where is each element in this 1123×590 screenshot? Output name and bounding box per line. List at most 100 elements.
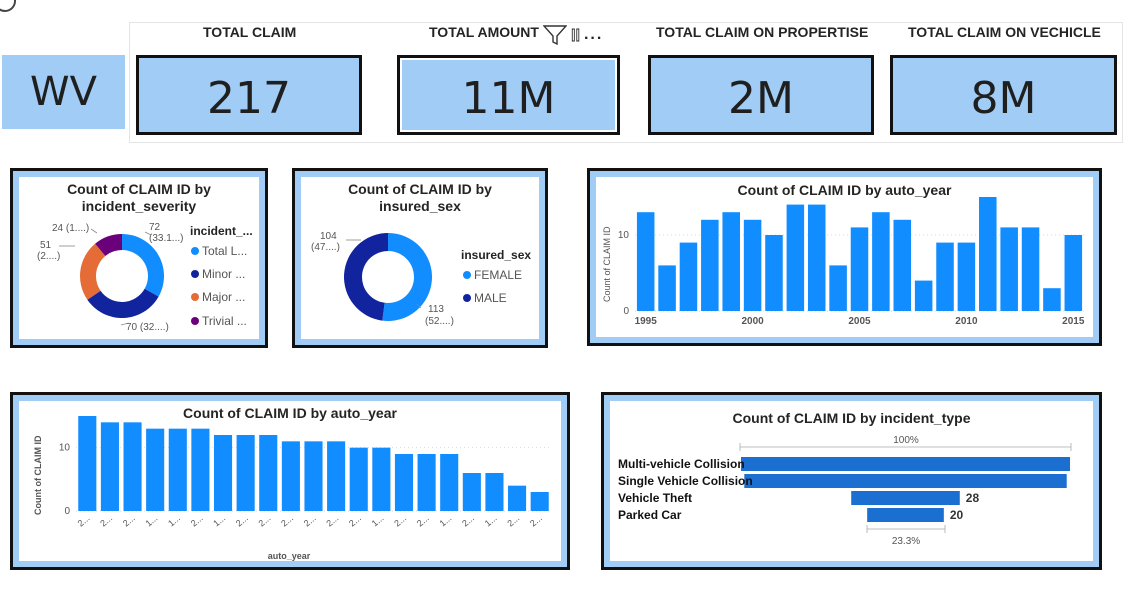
auto-year-ylabel: Count of CLAIM ID [602, 226, 612, 302]
bar[interactable] [440, 454, 459, 511]
bar[interactable] [100, 422, 119, 511]
bar[interactable] [807, 204, 826, 311]
severity-legend-major[interactable]: Major ... [202, 290, 245, 304]
bar[interactable] [872, 212, 890, 311]
donut-slice-minor[interactable] [87, 288, 159, 318]
help-circle-icon[interactable] [0, 0, 16, 12]
bar[interactable] [78, 416, 97, 511]
bar[interactable] [936, 242, 954, 311]
x-tick-label: 2... [234, 513, 250, 529]
auto-year-chart-panel[interactable]: Count of CLAIM ID by auto_year Count of … [587, 168, 1102, 346]
bar[interactable] [372, 447, 391, 511]
kpi-card-total-amount[interactable]: 11M [397, 55, 620, 135]
bar[interactable] [304, 441, 323, 511]
auto-year-chart-canvas: Count of CLAIM ID by auto_year Count of … [596, 177, 1093, 337]
bar[interactable] [701, 219, 719, 311]
bar[interactable] [191, 428, 210, 511]
bar[interactable] [146, 428, 165, 511]
sex-legend-male[interactable]: MALE [474, 291, 507, 305]
x-tick-label: 2... [279, 513, 295, 529]
bar[interactable] [1021, 227, 1040, 311]
filter-icon[interactable] [543, 24, 567, 46]
state-card[interactable]: WV [2, 55, 125, 129]
funnel-bar[interactable] [744, 474, 1067, 488]
y-tick-label: 10 [59, 443, 71, 454]
bar[interactable] [1064, 235, 1083, 311]
x-tick-label: 2... [189, 513, 205, 529]
legend-marker-major [191, 293, 199, 301]
bar[interactable] [236, 435, 255, 511]
bar[interactable] [658, 265, 676, 311]
x-tick-label: 1... [211, 513, 227, 529]
x-tick-label: 2... [121, 513, 137, 529]
focus-mode-icon[interactable]: ⫿⫿ [571, 27, 580, 44]
kpi-value-total-claim-on-vehicle: 8M [970, 72, 1037, 124]
bar[interactable] [722, 212, 740, 311]
x-tick-label: 2... [257, 513, 273, 529]
x-tick-label: 2... [76, 513, 92, 529]
sex-label-male-pct: (47....) [311, 242, 340, 253]
bar[interactable] [485, 473, 504, 511]
sex-chart-canvas: Count of CLAIM ID by insured_sex 104 (47… [301, 177, 539, 339]
funnel-bar[interactable] [851, 491, 960, 505]
x-tick-label: 2... [302, 513, 318, 529]
severity-legend-trivial[interactable]: Trivial ... [202, 314, 247, 328]
bar[interactable] [786, 204, 805, 311]
donut-slice-major[interactable] [80, 243, 106, 300]
bar[interactable] [349, 447, 368, 511]
sex-donut: 104 (47....) 113 (52....) insured_sex FE… [311, 231, 531, 327]
bar[interactable] [1000, 227, 1018, 311]
legend-marker-female [463, 271, 471, 279]
sex-legend-female[interactable]: FEMALE [474, 268, 522, 282]
bar[interactable] [462, 473, 481, 511]
x-tick-label: 2000 [741, 316, 764, 327]
incident-type-chart-canvas: Count of CLAIM ID by incident_type 100% … [610, 401, 1093, 561]
x-tick-label: 2... [392, 513, 408, 529]
bar[interactable] [979, 197, 997, 311]
bar[interactable] [850, 227, 869, 311]
bar[interactable] [281, 441, 300, 511]
x-tick-label: 1... [143, 513, 159, 529]
bar[interactable] [636, 212, 655, 311]
sex-chart-panel[interactable]: Count of CLAIM ID by insured_sex 104 (47… [292, 168, 548, 348]
bar[interactable] [765, 235, 783, 311]
incident-type-chart-panel[interactable]: Count of CLAIM ID by incident_type 100% … [601, 392, 1102, 570]
x-tick-label: 2... [415, 513, 431, 529]
bar[interactable] [957, 242, 976, 311]
bar[interactable] [417, 454, 436, 511]
severity-legend-total-loss[interactable]: Total L... [202, 244, 247, 258]
bar[interactable] [530, 492, 549, 511]
bar[interactable] [914, 280, 933, 311]
severity-legend-minor[interactable]: Minor ... [202, 267, 245, 281]
bar[interactable] [213, 435, 233, 511]
kpi-card-total-claim-on-properties[interactable]: 2M [648, 55, 874, 135]
bar[interactable] [394, 454, 414, 511]
bar[interactable] [893, 219, 912, 311]
auto-year-bar-chart: Count of CLAIM ID 0 10 1995 2000 2005 2010 20… [602, 197, 1085, 327]
bar[interactable] [1043, 288, 1061, 311]
bar[interactable] [743, 219, 762, 311]
bar[interactable] [123, 422, 142, 511]
severity-label-major-pct: (2....) [37, 251, 60, 262]
funnel-bar[interactable] [867, 508, 944, 522]
bar[interactable] [259, 435, 278, 511]
donut-slice-female[interactable] [382, 233, 432, 321]
bar[interactable] [327, 441, 346, 511]
funnel-category-label: Multi-vehicle Collision [618, 457, 745, 471]
more-options-icon[interactable]: ... [584, 27, 603, 43]
sorted-year-chart-panel[interactable]: Count of CLAIM ID by auto_year Count of … [10, 392, 570, 570]
severity-label-trivial: 24 (1....) [52, 223, 89, 234]
x-tick-label: 1... [370, 513, 386, 529]
kpi-card-total-claim[interactable]: 217 [136, 55, 362, 135]
bar[interactable] [829, 265, 847, 311]
donut-slice-male[interactable] [343, 233, 388, 321]
kpi-card-total-claim-on-vehicle[interactable]: 8M [890, 55, 1117, 135]
severity-label-minor: 70 (32....) [126, 322, 169, 333]
x-tick-label: 1... [483, 513, 499, 529]
severity-chart-panel[interactable]: Count of CLAIM ID by incident_severity 7… [10, 168, 268, 348]
bar[interactable] [168, 428, 187, 511]
bar[interactable] [679, 242, 698, 311]
funnel-bar[interactable] [741, 457, 1070, 471]
bar[interactable] [508, 485, 527, 511]
legend-marker-total-loss [191, 247, 199, 255]
